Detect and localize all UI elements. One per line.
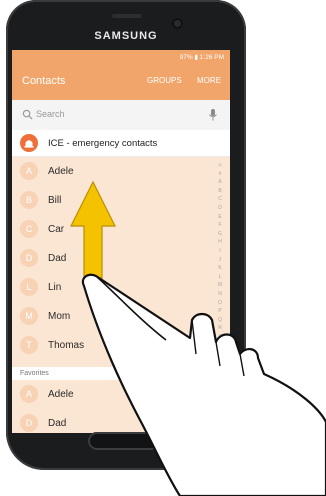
list-item[interactable]: A Adele <box>12 157 230 186</box>
index-letter[interactable]: ☺ <box>214 162 226 168</box>
more-button[interactable]: MORE <box>197 76 221 85</box>
ice-emergency-contacts-row[interactable]: ICE - emergency contacts <box>12 130 230 157</box>
avatar: L <box>20 278 38 296</box>
search-bar: Search <box>12 100 230 130</box>
status-bar: 97% ▮ 1:26 PM <box>12 50 230 64</box>
avatar: B <box>20 191 38 209</box>
contact-name: Bill <box>48 195 62 206</box>
front-camera <box>172 18 183 29</box>
avatar: D <box>20 249 38 267</box>
index-letter[interactable]: # <box>214 171 226 177</box>
pointing-hand-icon <box>81 273 326 496</box>
contact-name: Dad <box>48 418 67 429</box>
contact-name: Adele <box>48 166 74 177</box>
page-title: Contacts <box>22 75 66 87</box>
ice-alarm-icon <box>20 134 38 152</box>
brand-logo: SAMSUNG <box>94 30 158 42</box>
status-text: 97% ▮ 1:26 PM <box>179 54 224 61</box>
list-item[interactable]: C Car <box>12 215 230 244</box>
avatar: M <box>20 307 38 325</box>
contact-name: Dad <box>48 253 67 264</box>
list-item[interactable]: B Bill <box>12 186 230 215</box>
avatar: A <box>20 162 38 180</box>
groups-button[interactable]: GROUPS <box>147 76 182 85</box>
index-letter[interactable]: F <box>214 222 226 228</box>
contact-name: Lin <box>48 282 62 293</box>
speaker-grille <box>112 14 142 18</box>
contact-name: Mom <box>48 311 71 322</box>
index-letter[interactable]: A <box>214 179 226 185</box>
mic-icon[interactable] <box>208 108 218 122</box>
ice-label: ICE - emergency contacts <box>48 138 158 149</box>
search-icon <box>22 109 33 120</box>
avatar: D <box>20 414 38 432</box>
index-letter[interactable]: D <box>214 205 226 211</box>
favorites-label: Favorites <box>20 370 49 377</box>
search-placeholder: Search <box>36 109 65 119</box>
index-letter[interactable]: E <box>214 214 226 220</box>
index-letter[interactable]: H <box>214 239 226 245</box>
contact-name: Car <box>48 224 65 235</box>
avatar: T <box>20 336 38 354</box>
avatar: C <box>20 220 38 238</box>
app-bar: Contacts GROUPS MORE <box>12 64 230 100</box>
search-input[interactable]: Search <box>20 107 222 123</box>
index-letter[interactable]: C <box>214 196 226 202</box>
index-letter[interactable]: G <box>214 231 226 237</box>
avatar: A <box>20 385 38 403</box>
index-letter[interactable]: B <box>214 188 226 194</box>
